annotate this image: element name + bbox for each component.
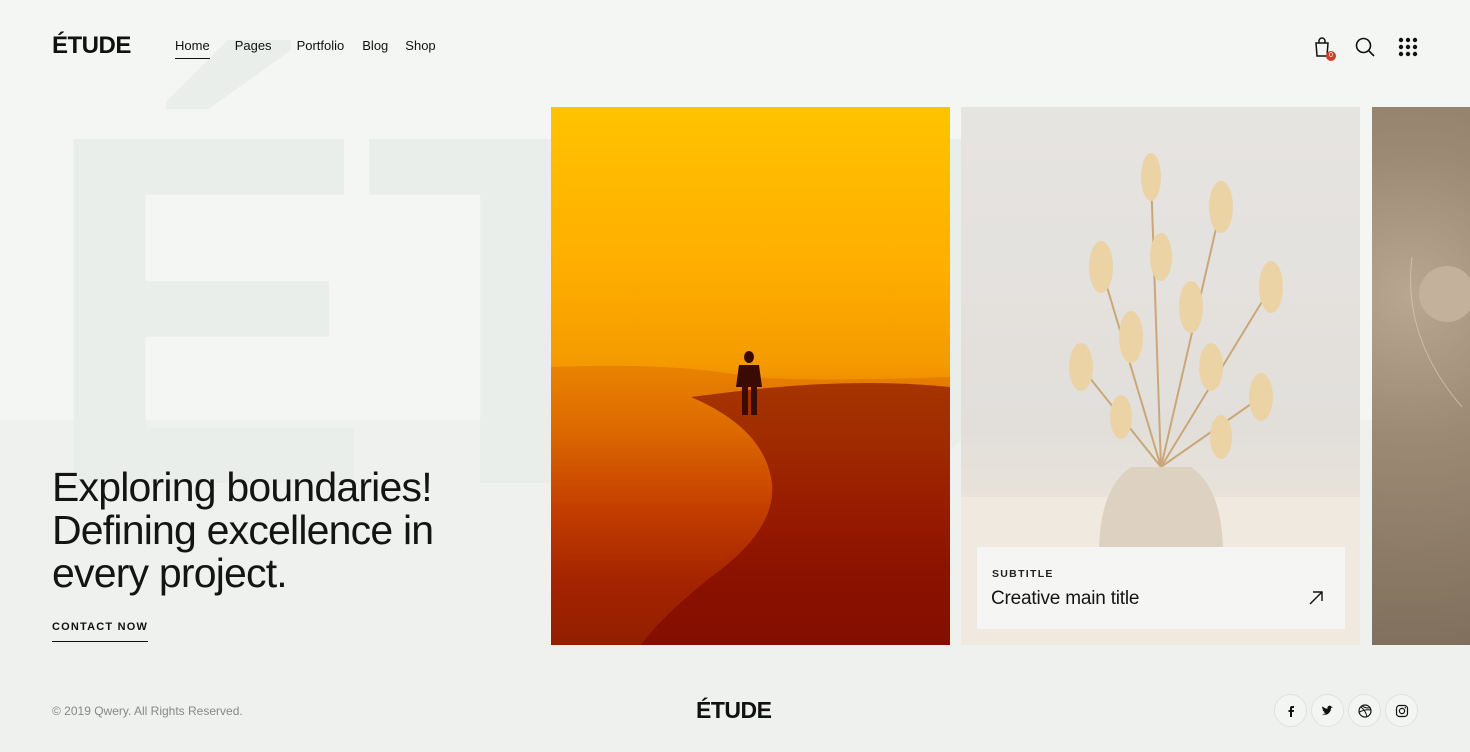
hero-title-line: Defining excellence in	[52, 507, 434, 553]
gallery-image-desert-walker[interactable]	[551, 107, 950, 645]
desert-scene-art	[551, 351, 950, 645]
site-logo[interactable]: ÉTUDE	[52, 32, 131, 60]
facebook-icon[interactable]	[1274, 694, 1307, 727]
contact-now-link[interactable]: CONTACT NOW	[52, 621, 149, 642]
site-header: ÉTUDE Home Pages Portfolio Blog Shop 0	[0, 0, 1470, 92]
featured-overlay-card[interactable]: SUBTITLE Creative main title	[977, 547, 1345, 629]
cart-count-badge: 0	[1326, 51, 1336, 61]
gallery-image-sand-stone[interactable]	[1372, 107, 1470, 645]
shopping-bag-icon[interactable]: 0	[1311, 36, 1336, 61]
overlay-title: Creative main title	[991, 588, 1140, 609]
social-links	[1270, 694, 1418, 727]
footer-logo[interactable]: ÉTUDE	[696, 697, 772, 724]
instagram-icon[interactable]	[1385, 694, 1418, 727]
dribbble-icon[interactable]	[1348, 694, 1381, 727]
nav-portfolio[interactable]: Portfolio	[297, 38, 345, 59]
hero-title-line: Exploring boundaries!	[52, 464, 433, 510]
nav-pages[interactable]: Pages	[235, 38, 272, 59]
arrow-up-right-icon[interactable]	[1307, 589, 1325, 607]
copyright-text: © 2019 Qwery. All Rights Reserved.	[52, 704, 243, 718]
hero-title-line: every project.	[52, 550, 288, 596]
grid-menu-icon[interactable]	[1397, 36, 1419, 58]
sand-stone-art	[1410, 256, 1470, 408]
search-icon[interactable]	[1354, 36, 1376, 58]
main-nav: Home Pages Portfolio Blog Shop	[175, 38, 436, 59]
header-actions: 0	[1290, 36, 1419, 61]
overlay-subtitle: SUBTITLE	[992, 568, 1054, 580]
hero-title: Exploring boundaries! Defining excellenc…	[52, 466, 522, 595]
nav-shop[interactable]: Shop	[405, 38, 435, 59]
twitter-icon[interactable]	[1311, 694, 1344, 727]
nav-home[interactable]: Home	[175, 38, 210, 59]
nav-blog[interactable]: Blog	[362, 38, 388, 59]
